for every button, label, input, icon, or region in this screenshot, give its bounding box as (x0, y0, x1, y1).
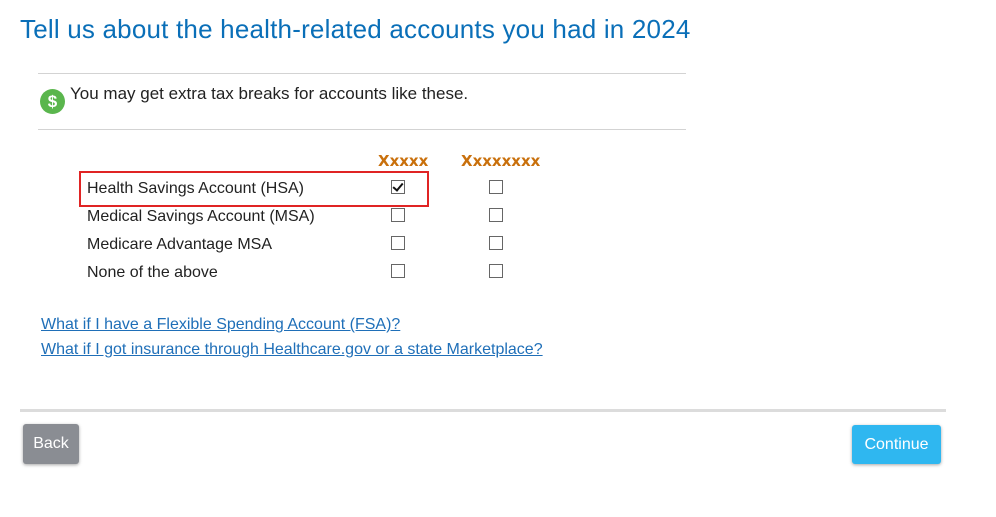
checkbox-medicare-msa-col2[interactable] (489, 236, 503, 250)
checkbox-msa-col1[interactable] (391, 208, 405, 222)
checkbox-hsa-col2[interactable] (489, 180, 503, 194)
back-button[interactable]: Back (23, 424, 79, 464)
row-label-none: None of the above (87, 264, 218, 281)
dollar-icon: $ (40, 89, 65, 114)
row-label-medicare-msa: Medicare Advantage MSA (87, 236, 272, 253)
divider-bottom (38, 129, 686, 130)
tip-text: You may get extra tax breaks for account… (70, 84, 469, 103)
footer-divider (20, 409, 946, 412)
page: Tell us about the health-related account… (0, 0, 996, 517)
continue-button[interactable]: Continue (852, 425, 941, 464)
highlight-box (79, 171, 429, 207)
row-label-msa: Medical Savings Account (MSA) (87, 208, 315, 225)
checkbox-medicare-msa-col1[interactable] (391, 236, 405, 250)
fsa-help-link[interactable]: What if I have a Flexible Spending Accou… (41, 316, 400, 334)
page-title: Tell us about the health-related account… (20, 14, 691, 44)
column-header-2: Xxxxxxxx (461, 152, 541, 170)
divider-top (38, 73, 686, 74)
marketplace-help-link[interactable]: What if I got insurance through Healthca… (41, 341, 543, 359)
checkbox-none-col1[interactable] (391, 264, 405, 278)
checkbox-msa-col2[interactable] (489, 208, 503, 222)
column-header-1: Xxxxx (378, 152, 429, 170)
checkbox-none-col2[interactable] (489, 264, 503, 278)
